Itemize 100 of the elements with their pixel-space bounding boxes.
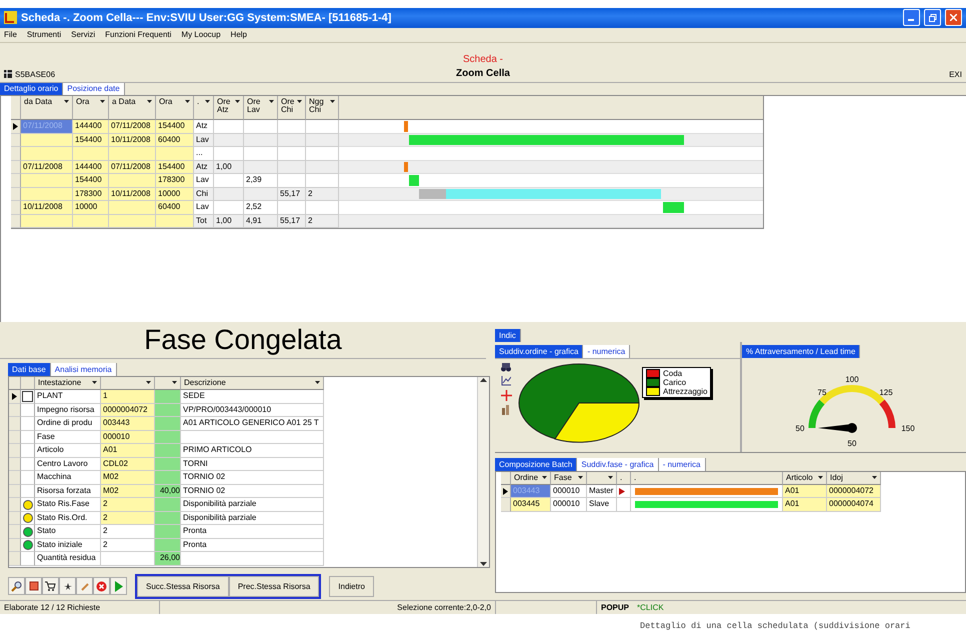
dropdown-caret-icon[interactable] xyxy=(146,98,153,106)
menu-item[interactable]: Funzioni Frequenti xyxy=(105,30,172,40)
dropdown-caret-icon[interactable] xyxy=(314,378,321,386)
exit-link[interactable]: EXI xyxy=(949,70,962,79)
icon-cell xyxy=(21,444,35,458)
wand-icon[interactable] xyxy=(80,581,90,592)
tab[interactable]: Analisi memoria xyxy=(50,362,117,376)
tab[interactable]: - numerica xyxy=(583,344,630,358)
close-icon[interactable] xyxy=(950,14,957,22)
plus-icon[interactable] xyxy=(500,390,512,401)
tab[interactable]: Suddiv.fase - grafica xyxy=(577,458,659,471)
scrollbar[interactable] xyxy=(477,376,489,567)
tab[interactable]: % Attraversamento / Lead time xyxy=(742,344,860,358)
nav-button[interactable]: Prec.Stessa Risorsa xyxy=(228,576,320,597)
nav-button[interactable]: Succ.Stessa Risorsa xyxy=(137,576,229,597)
dropdown-caret-icon[interactable] xyxy=(99,98,106,106)
column-header[interactable]: . xyxy=(631,472,783,485)
column-header[interactable]: Descrizione xyxy=(181,376,324,390)
menu-item[interactable]: My Loocup xyxy=(181,30,221,40)
column-header[interactable]: Idoj xyxy=(827,472,881,485)
table-cell: ... xyxy=(194,147,214,161)
table-cell: Pronta xyxy=(181,538,324,552)
column-header[interactable]: da Data xyxy=(21,96,73,120)
row-pointer-icon xyxy=(503,488,508,495)
column-header[interactable]: Fase xyxy=(551,472,587,485)
column-header[interactable]: Ordine xyxy=(511,472,551,485)
star-icon[interactable] xyxy=(62,581,72,592)
column-header[interactable]: Ore Atz xyxy=(214,96,244,120)
menu-item[interactable]: Strumenti xyxy=(26,30,62,40)
scroll-down-icon[interactable] xyxy=(480,562,487,567)
column-header[interactable]: Intestazione xyxy=(35,376,101,390)
menu-item[interactable]: File xyxy=(4,30,17,40)
close-button[interactable] xyxy=(945,9,962,26)
column-header[interactable]: . xyxy=(617,472,631,485)
gauge-needle xyxy=(818,422,857,433)
table-cell: 55,17 xyxy=(278,214,306,228)
dropdown-caret-icon[interactable] xyxy=(817,474,824,481)
search-icon[interactable] xyxy=(11,580,22,592)
tab[interactable]: Suddiv.ordine - grafica xyxy=(495,344,584,358)
cart-button[interactable] xyxy=(42,577,59,596)
play-button[interactable] xyxy=(110,577,127,596)
cart-icon[interactable] xyxy=(45,580,56,592)
minimize-button[interactable] xyxy=(903,9,920,26)
restore-button[interactable] xyxy=(924,9,941,26)
back-button[interactable]: Indietro xyxy=(329,576,374,597)
bar-chart-icon[interactable] xyxy=(501,404,511,415)
dropdown-caret-icon[interactable] xyxy=(204,98,211,106)
menu-item[interactable]: Help xyxy=(230,30,247,40)
icon-cell xyxy=(21,417,35,431)
tab[interactable]: Posizione date xyxy=(63,82,125,96)
binoculars-icon[interactable] xyxy=(501,362,511,372)
row-header[interactable] xyxy=(11,120,21,134)
tab[interactable]: Indic xyxy=(495,328,521,342)
dropdown-caret-icon[interactable] xyxy=(268,98,275,106)
column-header[interactable]: Ora xyxy=(156,96,194,120)
restore-icon[interactable] xyxy=(928,14,936,22)
square-icon[interactable] xyxy=(28,581,38,592)
dropdown-caret-icon[interactable] xyxy=(541,474,548,481)
tab[interactable]: Composizione Batch xyxy=(495,458,578,471)
tab[interactable]: - numerica xyxy=(658,458,706,471)
square-button[interactable] xyxy=(25,577,42,596)
chart-icon[interactable] xyxy=(501,376,511,386)
scroll-up-icon[interactable] xyxy=(480,376,487,382)
column-header[interactable]: Articolo xyxy=(783,472,827,485)
dropdown-caret-icon[interactable] xyxy=(871,474,878,481)
menu-item[interactable]: Servizi xyxy=(71,30,96,40)
tab[interactable]: Dettaglio orario xyxy=(0,82,64,96)
dropdown-caret-icon[interactable] xyxy=(171,378,178,386)
star-button[interactable] xyxy=(59,577,76,596)
table-cell: 2 xyxy=(101,512,155,526)
row-header[interactable] xyxy=(9,390,21,404)
table-cell: Fase xyxy=(35,430,101,444)
column-header[interactable]: Ore Chi xyxy=(278,96,306,120)
dropdown-caret-icon[interactable] xyxy=(145,378,152,386)
tab[interactable]: Dati base xyxy=(8,362,51,376)
stop-icon[interactable] xyxy=(96,580,107,592)
table-cell: Stato Ris.Ord. xyxy=(35,512,101,526)
column-header[interactable]: Ore Lav xyxy=(244,96,278,120)
dropdown-caret-icon[interactable] xyxy=(607,474,614,481)
dropdown-caret-icon[interactable] xyxy=(63,98,70,106)
column-header[interactable]: . xyxy=(194,96,214,120)
column-header[interactable]: a Data xyxy=(109,96,156,120)
column-header[interactable]: Ora xyxy=(73,96,109,120)
table-cell: Tot xyxy=(194,214,214,228)
stop-button[interactable] xyxy=(93,577,110,596)
icon-cell xyxy=(21,458,35,472)
table-cell: 154400 xyxy=(73,134,109,148)
dropdown-caret-icon[interactable] xyxy=(234,98,241,106)
search-button[interactable] xyxy=(8,577,25,596)
table-cell: 07/11/2008 xyxy=(21,120,73,134)
dropdown-caret-icon[interactable] xyxy=(184,98,191,106)
dropdown-caret-icon[interactable] xyxy=(91,378,98,386)
column-header[interactable]: Ngg Chi xyxy=(306,96,339,120)
row-header[interactable] xyxy=(501,484,511,498)
play-icon[interactable] xyxy=(114,580,124,592)
table-cell: 144400 xyxy=(73,160,109,174)
dropdown-caret-icon[interactable] xyxy=(329,98,336,106)
dropdown-caret-icon[interactable] xyxy=(296,98,303,106)
table-cell: 178300 xyxy=(73,188,109,202)
dropdown-caret-icon[interactable] xyxy=(577,474,584,481)
